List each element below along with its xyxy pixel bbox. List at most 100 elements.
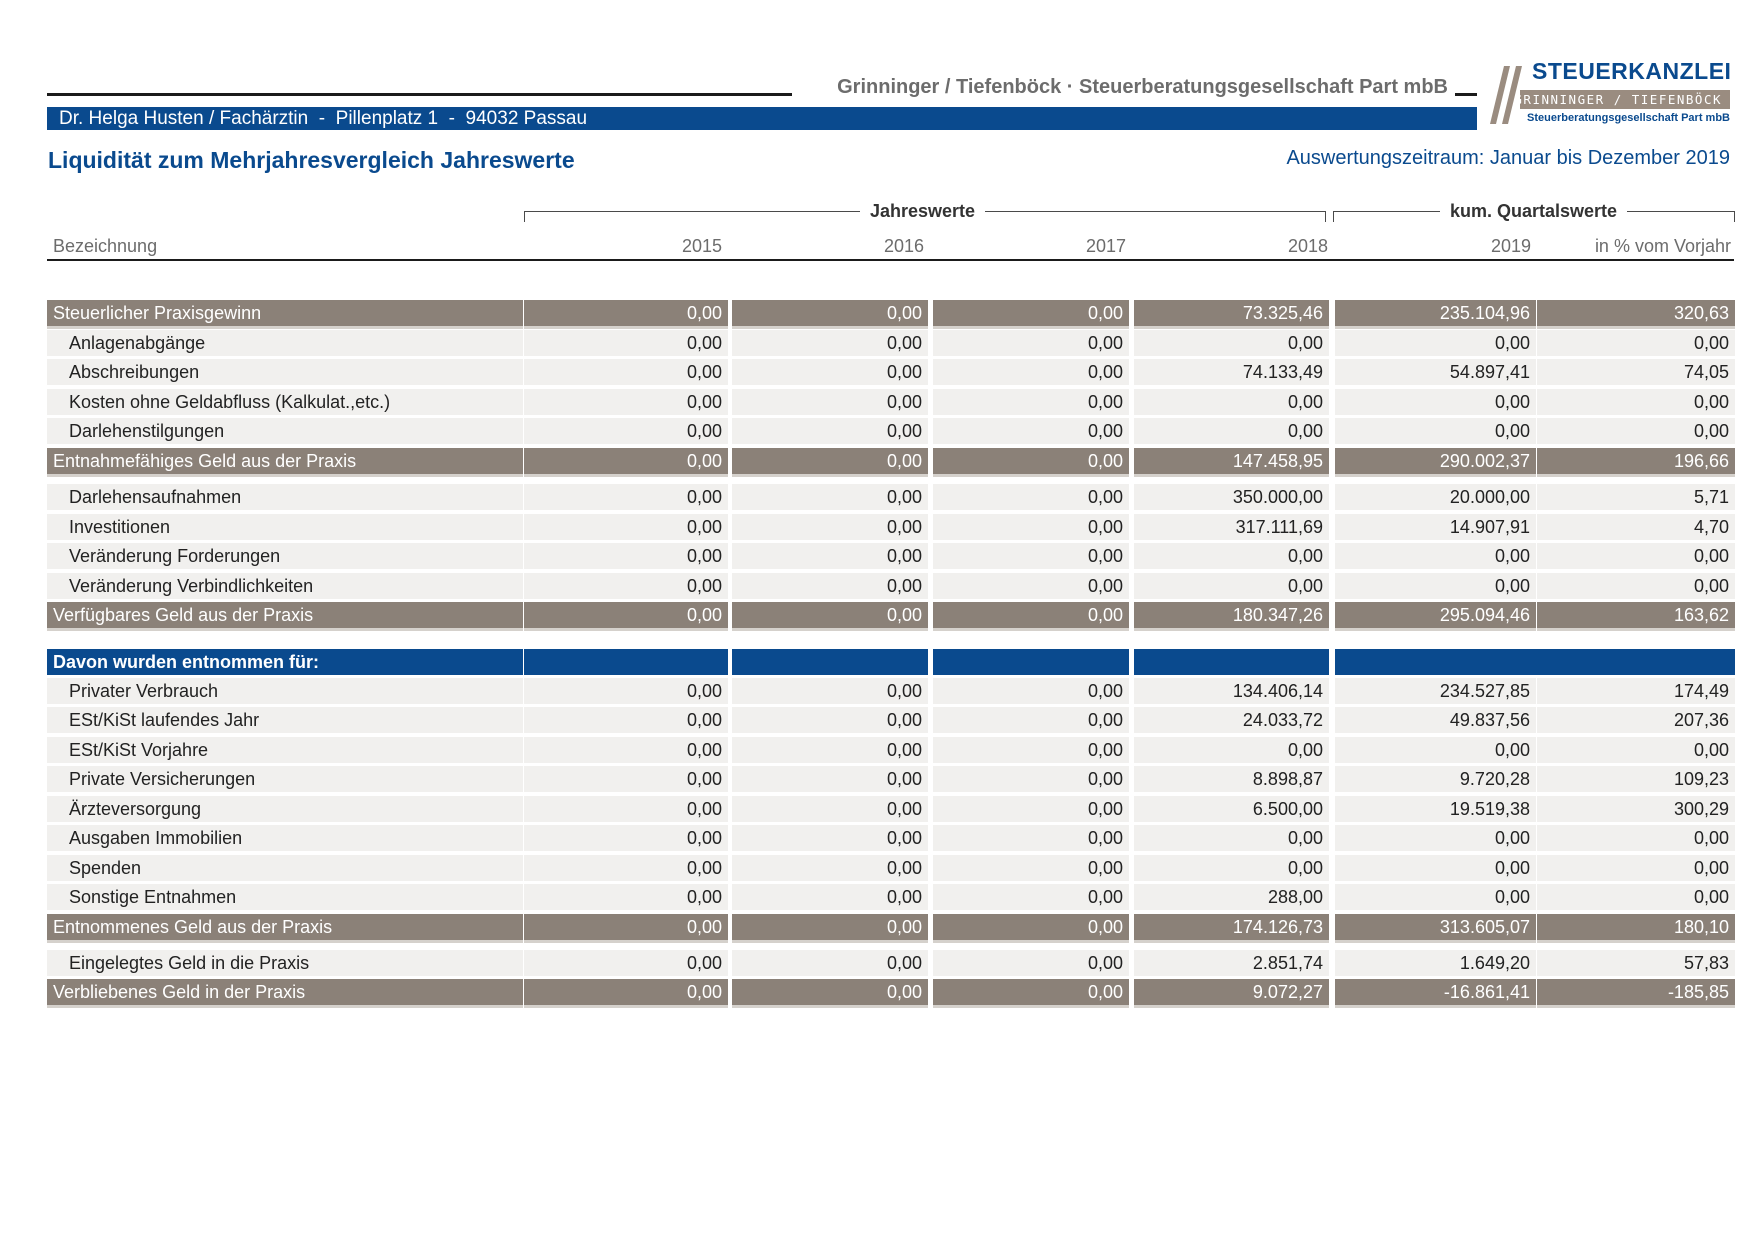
table-row: Verbliebenes Geld in der Praxis 0,00 0,00 0… [0,979,1754,1008]
row-label: Entnommenes Geld aus der Praxis [47,914,523,943]
row-value: 2.851,74 [1134,950,1329,976]
row-value: 20.000,00 [1335,484,1536,510]
row-value: 19.519,38 [1335,796,1536,822]
row-value: 49.837,56 [1335,707,1536,733]
row-value: 0,00 [1134,855,1329,881]
row-value: 207,36 [1537,707,1735,733]
row-value: 0,00 [732,855,928,881]
row-value: 0,00 [732,737,928,763]
row-value: 0,00 [933,707,1129,733]
row-value: 0,00 [933,979,1129,1008]
row-value: 0,00 [933,602,1129,631]
row-value: 0,00 [933,514,1129,540]
row-value: 0,00 [1134,543,1329,569]
row-value: 0,00 [933,796,1129,822]
row-value: 0,00 [732,389,928,415]
row-value: 0,00 [732,707,928,733]
liquidity-table: Steuerlicher Praxisgewinn 0,00 0,00 0,00 73.… [0,0,1754,1240]
row-value: 9.720,28 [1335,766,1536,792]
row-label: Veränderung Forderungen [47,543,523,569]
row-value: 74.133,49 [1134,359,1329,385]
row-value: 0,00 [1537,573,1735,599]
table-row: Verfügbares Geld aus der Praxis 0,00 0,00 0… [0,602,1754,631]
row-value: 134.406,14 [1134,678,1329,704]
row-value: 0,00 [933,543,1129,569]
row-value: 350.000,00 [1134,484,1329,510]
row-value: 0,00 [1134,737,1329,763]
row-value: 0,00 [1134,573,1329,599]
row-value: 0,00 [732,766,928,792]
table-row: Veränderung Forderungen 0,00 0,00 0,00 0,00 0… [0,543,1754,569]
row-value: 0,00 [1134,330,1329,356]
row-value: 0,00 [524,766,728,792]
row-label: Anlagenabgänge [47,330,523,356]
row-value: 0,00 [732,979,928,1008]
row-value [524,649,728,675]
row-value: 0,00 [732,418,928,444]
row-value: 0,00 [1537,737,1735,763]
row-value: 4,70 [1537,514,1735,540]
row-value: 0,00 [933,300,1129,329]
row-value: 0,00 [524,825,728,851]
row-value: 0,00 [524,543,728,569]
row-value: 0,00 [732,950,928,976]
table-row: Spenden 0,00 0,00 0,00 0,00 0,00 0,00 [0,855,1754,881]
row-label: Verbliebenes Geld in der Praxis [47,979,523,1008]
row-value: 0,00 [933,678,1129,704]
table-row: Kosten ohne Geldabfluss (Kalkulat.,etc.)… [0,389,1754,415]
row-label: Abschreibungen [47,359,523,385]
row-value: 0,00 [933,766,1129,792]
row-value: 0,00 [524,884,728,910]
row-value: 0,00 [1335,737,1536,763]
row-value: 74,05 [1537,359,1735,385]
row-value: 0,00 [1537,389,1735,415]
row-label: Darlehenstilgungen [47,418,523,444]
row-value: 0,00 [732,448,928,477]
table-row: Darlehenstilgungen 0,00 0,00 0,00 0,00 0,00 0,… [0,418,1754,444]
row-value: 0,00 [933,855,1129,881]
table-row: Veränderung Verbindlichkeiten 0,00 0,00 0,0… [0,573,1754,599]
row-value [732,649,928,675]
table-row: Sonstige Entnahmen 0,00 0,00 0,00 288,00 0,00… [0,884,1754,910]
row-value: 320,63 [1537,300,1735,329]
row-value: 0,00 [933,418,1129,444]
row-label: ESt/KiSt laufendes Jahr [47,707,523,733]
row-value: 0,00 [732,300,928,329]
row-value: -185,85 [1537,979,1735,1008]
row-value: 0,00 [524,573,728,599]
row-value: 0,00 [1335,573,1536,599]
row-value: 174.126,73 [1134,914,1329,943]
row-value: 180,10 [1537,914,1735,943]
row-value: 0,00 [933,573,1129,599]
row-label: Investitionen [47,514,523,540]
table-row: Ärzteversorgung 0,00 0,00 0,00 6.500,00 19.51… [0,796,1754,822]
row-value: 180.347,26 [1134,602,1329,631]
table-row: Privater Verbrauch 0,00 0,00 0,00 134.406,14… [0,678,1754,704]
row-value: 0,00 [524,484,728,510]
row-value: 288,00 [1134,884,1329,910]
row-value: 0,00 [732,825,928,851]
row-value: 0,00 [933,950,1129,976]
row-value: 0,00 [933,884,1129,910]
table-row: Darlehensaufnahmen 0,00 0,00 0,00 350.000,00… [0,484,1754,510]
row-value: 0,00 [524,707,728,733]
table-row: Private Versicherungen 0,00 0,00 0,00 8.898,… [0,766,1754,792]
row-value: 313.605,07 [1335,914,1536,943]
row-value: 0,00 [1134,389,1329,415]
row-value: 0,00 [524,330,728,356]
row-value: 0,00 [1537,418,1735,444]
row-value: 174,49 [1537,678,1735,704]
row-value: 0,00 [1537,330,1735,356]
row-value: 0,00 [732,359,928,385]
row-value: 0,00 [933,389,1129,415]
row-value: 1.649,20 [1335,950,1536,976]
row-value: 0,00 [524,678,728,704]
row-value: 235.104,96 [1335,300,1536,329]
table-row: Investitionen 0,00 0,00 0,00 317.111,69 14.90… [0,514,1754,540]
row-value: 0,00 [732,914,928,943]
row-value: 147.458,95 [1134,448,1329,477]
row-value: 109,23 [1537,766,1735,792]
table-row: Davon wurden entnommen für: [0,649,1754,675]
row-value: 317.111,69 [1134,514,1329,540]
row-label: Verfügbares Geld aus der Praxis [47,602,523,631]
